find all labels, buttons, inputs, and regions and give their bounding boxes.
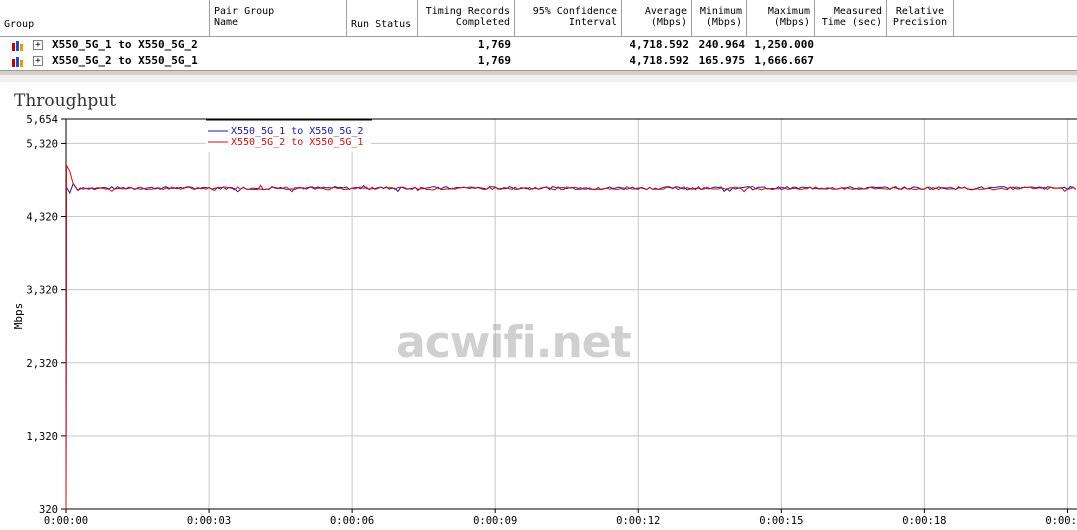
y-tick-label: 4,320 xyxy=(26,212,58,224)
x-tick-label: 0:00:15 xyxy=(759,515,803,527)
x-tick-label: 0:00:12 xyxy=(616,515,660,527)
minimum-value: 165.975 xyxy=(698,54,745,67)
pair-name: X550_5G_2 to X550_5G_1 xyxy=(52,54,198,67)
y-axis-label: Mbps xyxy=(12,303,25,330)
pair-name: X550_5G_1 to X550_5G_2 xyxy=(52,38,198,51)
y-tick-label: 5,320 xyxy=(26,138,58,150)
maximum-value: 1,250.000 xyxy=(754,38,814,51)
chart-legend: X550_5G_1 to X550_5G_2X550_5G_2 to X550_… xyxy=(206,119,372,152)
col-header-confidence-interval[interactable]: 95% Confidence Interval xyxy=(515,0,622,37)
legend-label: X550_5G_2 to X550_5G_1 xyxy=(231,137,363,148)
average-value: 4,718.592 xyxy=(629,38,689,51)
y-tick-label: 5,654 xyxy=(26,114,58,126)
expand-icon[interactable]: + xyxy=(33,40,43,50)
bar-chart-icon xyxy=(12,57,23,67)
chart-title: Throughput xyxy=(14,91,116,111)
records-completed: 1,769 xyxy=(477,54,511,67)
plot-area xyxy=(66,119,1077,509)
table-row[interactable]: + X550_5G_2 to X550_5G_1 1,769 4,718.592… xyxy=(0,53,1077,69)
chart-canvas: Throughput 5,654 5,320 4,320 3,320 2,320 1,32… xyxy=(12,91,1077,527)
results-table: Group Pair Group Name Run Status Timing … xyxy=(0,0,1077,72)
bar-chart-icon xyxy=(12,41,23,51)
x-tick-label: 0:00:06 xyxy=(330,515,374,527)
x-tick-label: 0:00:21 xyxy=(1045,515,1077,527)
x-tick-label: 0:00:03 xyxy=(187,515,231,527)
minimum-value: 240.964 xyxy=(698,38,745,51)
x-tick-label: 0:00:09 xyxy=(473,515,517,527)
col-header-relative-precision[interactable]: Relative Precision xyxy=(887,0,954,37)
col-header-group[interactable]: Group xyxy=(0,0,210,37)
legend-label: X550_5G_1 to X550_5G_2 xyxy=(231,126,363,137)
expand-icon[interactable]: + xyxy=(33,56,43,66)
records-completed: 1,769 xyxy=(477,38,511,51)
col-header-measured-time[interactable]: Measured Time (sec) xyxy=(815,0,887,37)
x-tick-label: 0:00:18 xyxy=(902,515,946,527)
col-header-run-status[interactable]: Run Status xyxy=(347,0,418,37)
pane-splitter[interactable] xyxy=(0,70,1077,75)
throughput-chart: Throughput 5,654 5,320 4,320 3,320 2,320 1,32… xyxy=(0,82,1077,530)
table-row[interactable]: + X550_5G_1 to X550_5G_2 1,769 4,718.592… xyxy=(0,37,1077,53)
chart-grid xyxy=(65,118,1077,510)
average-value: 4,718.592 xyxy=(629,54,689,67)
col-header-average[interactable]: Average (Mbps) xyxy=(622,0,692,37)
table-header-row: Group Pair Group Name Run Status Timing … xyxy=(0,0,1077,37)
y-axis-ticks: 5,6545,3204,3203,3202,3201,320320 xyxy=(26,114,66,516)
x-tick-label: 0:00:00 xyxy=(44,515,88,527)
col-header-maximum[interactable]: Maximum (Mbps) xyxy=(747,0,815,37)
col-header-pair-group-name[interactable]: Pair Group Name xyxy=(210,0,347,37)
col-header-minimum[interactable]: Minimum (Mbps) xyxy=(692,0,747,37)
watermark-text: acwifi.net xyxy=(396,317,632,368)
maximum-value: 1,666.667 xyxy=(754,54,814,67)
col-header-timing-records[interactable]: Timing Records Completed xyxy=(418,0,515,37)
y-tick-label: 3,320 xyxy=(26,285,58,297)
y-tick-label: 1,320 xyxy=(26,431,58,443)
x-axis-ticks: 0:00:00 0:00:03 0:00:06 0:00:09 0:00:12 0:00:… xyxy=(44,509,1077,527)
y-tick-label: 2,320 xyxy=(26,358,58,370)
